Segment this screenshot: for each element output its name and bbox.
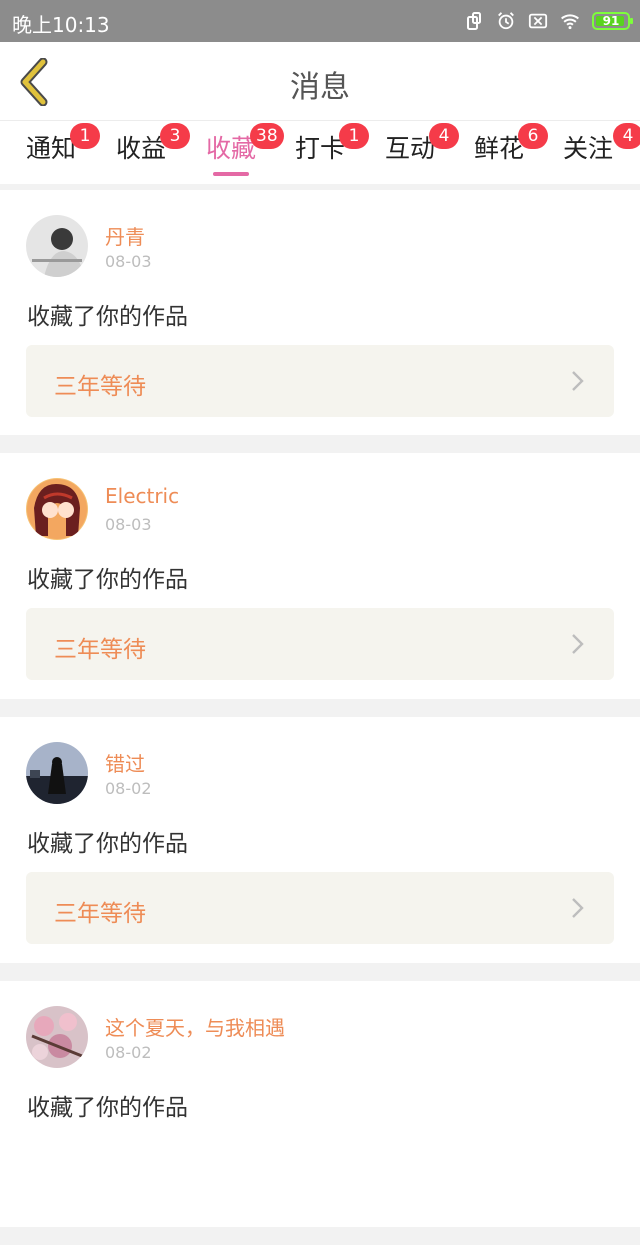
chevron-right-icon — [572, 634, 584, 654]
tab-badge: 3 — [160, 123, 190, 149]
list-item: Electric 08-03 收藏了你的作品 三年等待 — [0, 453, 640, 699]
tab-follow[interactable]: 关注 4 — [563, 123, 640, 179]
work-title: 三年等待 — [54, 901, 146, 927]
tab-badge: 6 — [518, 123, 548, 149]
battery-icon: 91 — [592, 12, 633, 30]
status-icons: 91 — [464, 9, 633, 33]
list-item: 这个夏天，与我相遇 08-02 收藏了你的作品 — [0, 981, 640, 1227]
work-link[interactable]: 三年等待 — [26, 345, 614, 417]
message-text: 收藏了你的作品 — [27, 567, 188, 593]
tab-notifications[interactable]: 通知 1 — [26, 123, 100, 179]
rotate-icon — [464, 11, 484, 31]
message-date: 08-02 — [105, 1043, 152, 1062]
avatar[interactable] — [26, 1006, 88, 1068]
tab-label: 关注 — [563, 134, 614, 163]
message-date: 08-02 — [105, 779, 152, 798]
tab-badge: 4 — [613, 123, 640, 149]
message-text: 收藏了你的作品 — [27, 831, 188, 857]
alarm-icon — [496, 11, 516, 31]
wifi-icon — [560, 11, 580, 31]
user-name[interactable]: 这个夏天，与我相遇 — [105, 1012, 285, 1041]
battery-level: 91 — [602, 14, 620, 28]
tab-checkin[interactable]: 打卡 1 — [295, 123, 369, 179]
status-bar: 晚上10:13 91 — [0, 0, 640, 42]
work-link[interactable]: 三年等待 — [26, 872, 614, 944]
tab-interaction[interactable]: 互动 4 — [385, 123, 459, 179]
message-text: 收藏了你的作品 — [27, 1095, 188, 1121]
message-date: 08-03 — [105, 252, 152, 271]
tab-label: 鲜花 — [474, 134, 525, 163]
header: 消息 — [0, 42, 640, 120]
list-item: 丹青 08-03 收藏了你的作品 三年等待 — [0, 190, 640, 435]
message-date: 08-03 — [105, 515, 152, 534]
tab-badge: 38 — [250, 123, 284, 149]
tab-favorites[interactable]: 收藏 38 — [206, 123, 284, 179]
work-title: 三年等待 — [54, 374, 146, 400]
user-name[interactable]: Electric — [105, 484, 179, 508]
tab-label: 互动 — [385, 134, 436, 163]
user-name[interactable]: 错过 — [105, 748, 145, 777]
no-sim-icon — [528, 11, 548, 31]
tab-bar: 通知 1 收益 3 收藏 38 打卡 1 互动 4 鲜花 6 关注 4 — [0, 120, 640, 184]
chevron-right-icon — [572, 898, 584, 918]
tab-flowers[interactable]: 鲜花 6 — [474, 123, 548, 179]
page-title: 消息 — [290, 70, 350, 105]
tab-badge: 1 — [70, 123, 100, 149]
tab-label: 收益 — [116, 134, 167, 163]
tab-label: 通知 — [26, 134, 77, 163]
chevron-right-icon — [572, 371, 584, 391]
tab-badge: 4 — [429, 123, 459, 149]
status-time: 晚上10:13 — [12, 13, 110, 37]
work-title: 三年等待 — [54, 637, 146, 663]
tab-badge: 1 — [339, 123, 369, 149]
tab-earnings[interactable]: 收益 3 — [116, 123, 190, 179]
work-link[interactable]: 三年等待 — [26, 608, 614, 680]
tab-label: 打卡 — [295, 134, 346, 163]
tab-label: 收藏 — [206, 134, 257, 163]
user-name[interactable]: 丹青 — [105, 221, 145, 250]
avatar[interactable] — [26, 742, 88, 804]
message-list: 丹青 08-03 收藏了你的作品 三年等待 Electric 08-03 收藏了… — [0, 190, 640, 1245]
tab-underline — [213, 172, 250, 176]
message-text: 收藏了你的作品 — [27, 304, 188, 330]
avatar[interactable] — [26, 478, 88, 540]
avatar[interactable] — [26, 215, 88, 277]
list-item: 错过 08-02 收藏了你的作品 三年等待 — [0, 717, 640, 963]
